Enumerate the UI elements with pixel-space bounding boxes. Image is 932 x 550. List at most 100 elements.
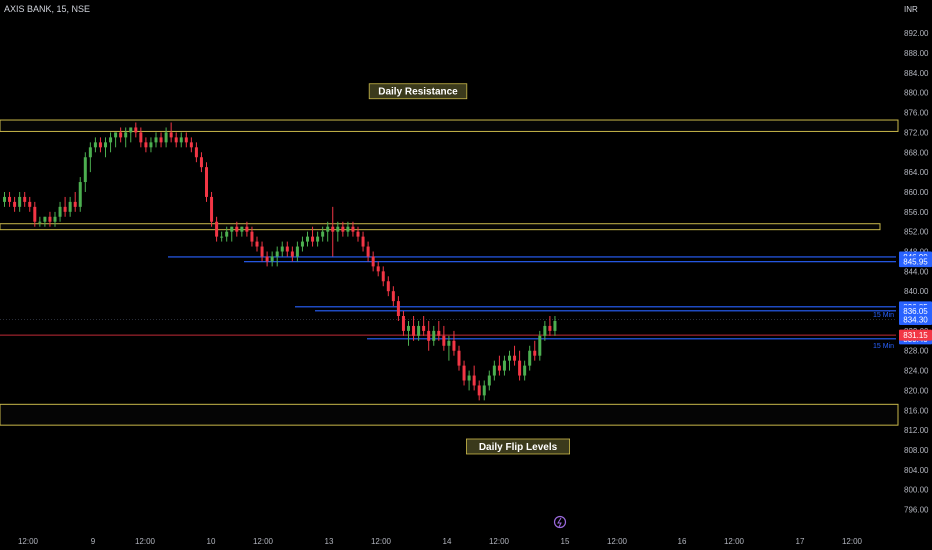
candle-body (124, 132, 128, 138)
candle-body (523, 365, 527, 376)
x-tick-label: 15 (561, 537, 570, 546)
candle-body (376, 266, 380, 272)
candle-body (386, 281, 390, 292)
candle-body (83, 157, 87, 183)
candle-body (270, 256, 274, 262)
candle-body (346, 226, 350, 232)
x-tick-label: 12:00 (371, 537, 392, 546)
x-tick-label: 12:00 (253, 537, 274, 546)
candle-body (502, 360, 506, 371)
candle-body (497, 365, 501, 371)
candle-body (93, 142, 97, 148)
candle-body (548, 325, 552, 331)
y-tick-label: 812.00 (904, 426, 929, 435)
candle-body (194, 147, 198, 158)
candle-body (543, 325, 547, 336)
y-tick-label: 820.00 (904, 386, 929, 395)
candle-body (210, 196, 214, 222)
candle-body (114, 132, 118, 138)
candle-body (366, 246, 370, 257)
candle-body (285, 246, 289, 252)
candle-body (356, 231, 360, 237)
candle-body (442, 335, 446, 346)
candle-body (179, 137, 183, 143)
candle-body (331, 226, 335, 232)
candle-body (462, 365, 466, 381)
candle-body (73, 201, 77, 207)
candle-body (199, 157, 203, 168)
candle-body (316, 236, 320, 242)
candle-body (391, 291, 395, 302)
candle-body (487, 375, 491, 386)
y-tick-label: 852.00 (904, 228, 929, 237)
y-tick-label: 844.00 (904, 267, 929, 276)
candle-body (492, 365, 496, 376)
candle-body (13, 201, 17, 207)
price-label: 831.15 (903, 331, 928, 340)
candle-body (467, 375, 471, 381)
x-tick-label: 12:00 (135, 537, 156, 546)
price-label: 845.95 (903, 258, 928, 267)
candle-body (169, 132, 173, 138)
x-tick-label: 13 (325, 537, 334, 546)
y-tick-label: 800.00 (904, 486, 929, 495)
candle-body (220, 236, 224, 238)
x-tick-label: 12:00 (18, 537, 39, 546)
zone-box (0, 403, 899, 426)
candle-body (129, 127, 133, 133)
candle-body (371, 256, 375, 267)
y-tick-label: 824.00 (904, 367, 929, 376)
candle-body (48, 216, 52, 222)
candle-body (300, 241, 304, 247)
candle-body (18, 196, 22, 207)
candle-body (482, 385, 486, 396)
lightning-icon (557, 517, 562, 528)
candle-body (326, 226, 330, 232)
candle-body (43, 216, 47, 222)
candle-body (351, 226, 355, 232)
candle-body (265, 256, 269, 262)
candle-body (68, 201, 72, 212)
candle-body (427, 330, 431, 341)
candle-body (8, 196, 12, 202)
candle-body (88, 147, 92, 158)
candle-body (396, 301, 400, 317)
candle-body (33, 206, 37, 222)
y-tick-label: 872.00 (904, 128, 929, 137)
y-tick-label: 808.00 (904, 446, 929, 455)
y-tick-label: 880.00 (904, 89, 929, 98)
y-tick-label: 796.00 (904, 506, 929, 515)
candle-body (280, 246, 284, 252)
candle-body (98, 142, 102, 148)
candle-body (452, 340, 456, 351)
candle-body (255, 241, 259, 247)
candle-body (119, 132, 123, 138)
candle-body (275, 251, 279, 257)
y-tick-label: 828.00 (904, 347, 929, 356)
y-tick-label: 816.00 (904, 406, 929, 415)
candle-body (240, 226, 244, 232)
candle-body (447, 340, 451, 346)
candle-body (306, 236, 309, 242)
candle-body (422, 325, 426, 331)
candle-body (321, 231, 325, 237)
x-tick-label: 16 (678, 537, 687, 546)
candle-body (144, 142, 148, 148)
y-tick-label: 860.00 (904, 188, 929, 197)
x-tick-label: 12:00 (724, 537, 745, 546)
candlestick-chart[interactable]: Daily Resistance Daily Flip Levels 15 Min 1… (0, 0, 932, 550)
candle-body (437, 330, 441, 336)
zone-label: Daily Flip Levels (479, 442, 558, 453)
candle-body (336, 226, 340, 232)
x-tick-label: 10 (207, 537, 216, 546)
candle-body (205, 167, 208, 197)
candle-body (513, 355, 517, 361)
candle-body (104, 142, 107, 148)
x-tick-label: 14 (443, 537, 452, 546)
candle-body (361, 236, 365, 247)
candle-body (154, 137, 158, 143)
candle-body (457, 350, 461, 366)
candle-body (58, 206, 62, 217)
y-tick-label: 864.00 (904, 168, 929, 177)
candle-body (63, 206, 67, 212)
